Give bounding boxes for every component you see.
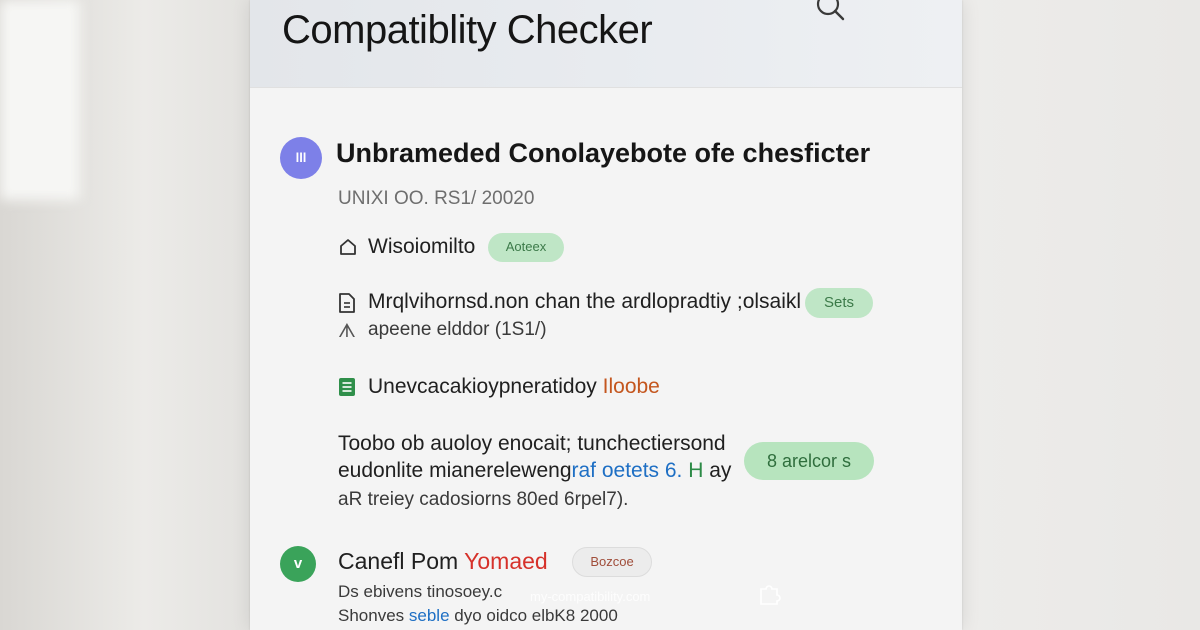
row-label: Unevcacakioypneratidoy Iloobe: [368, 375, 660, 398]
action-badge[interactable]: 8 arelcor s: [744, 442, 874, 480]
status-badge[interactable]: Bozcoe: [572, 547, 652, 577]
status-badge[interactable]: Sets: [805, 288, 873, 318]
row-sub-marker: ᗑ: [338, 321, 356, 342]
background-window-light: [0, 0, 80, 200]
search-icon[interactable]: [812, 0, 852, 28]
list-icon: [339, 378, 355, 396]
status-badge[interactable]: Aoteex: [488, 233, 564, 262]
row-label: Mrqlvihornsd.non chan the ardlopradtiy ;…: [368, 290, 802, 313]
footer-line: Shonves seble dyo oidco elbK8 2000: [338, 606, 618, 625]
avatar: lll: [280, 137, 322, 179]
document-icon: [339, 293, 355, 313]
card-header: Compatiblity Checker: [250, 0, 962, 88]
home-icon: [340, 239, 356, 255]
row-label: Wisoiomilto: [368, 235, 476, 258]
item-title: Unbrameded Conolayebote ofe chesficter: [336, 138, 871, 168]
watermark-text: my-compatibility.com: [530, 589, 651, 604]
paragraph-line: eudonlite mianerelewengraf oetets 6. H a…: [338, 459, 732, 482]
item-meta: UNIXI OO. RS1/ 20020: [338, 188, 535, 209]
footer-line: Ds ebivens tinosoey.c: [338, 582, 503, 601]
item-badge: v: [280, 546, 316, 582]
paragraph-line: aR treiey cadosiorns 80ed 6rpel7).: [338, 489, 629, 510]
puzzle-icon: [760, 585, 781, 605]
row-subtext: apeene elddor (1S1/): [368, 319, 547, 340]
paragraph-line: Toobo ob auoloy enocait; tunchectiersond: [338, 432, 726, 455]
page-title: Compatiblity Checker: [282, 8, 653, 52]
checker-card: Compatiblity Checker lll Unbrameded Cono…: [250, 0, 962, 630]
footer-item-title: Canefl Pom Yomaed: [338, 548, 548, 574]
highlight-text: Iloobe: [602, 375, 660, 398]
